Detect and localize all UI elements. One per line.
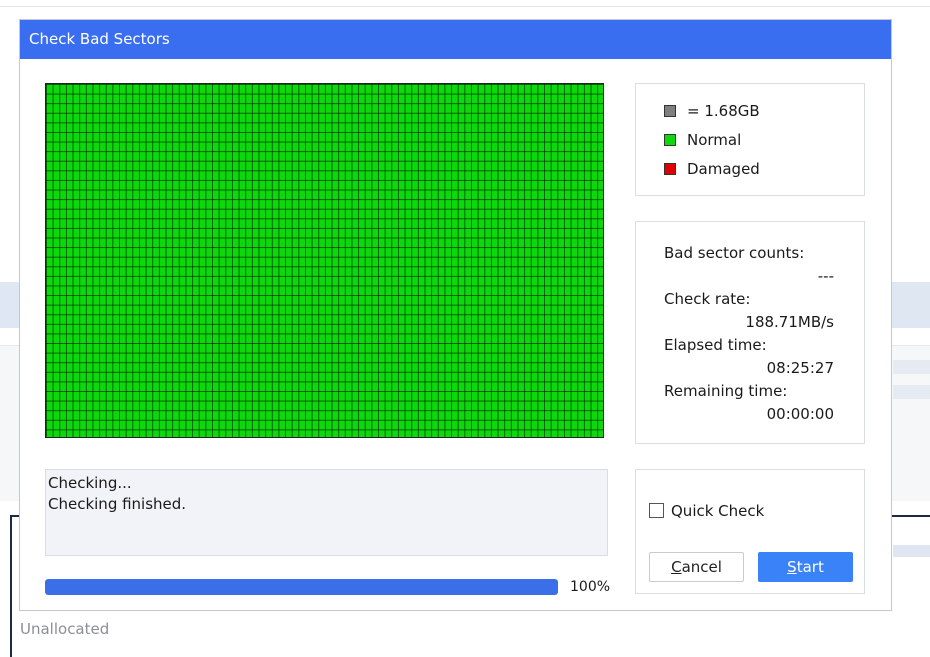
background-panel-row bbox=[893, 385, 930, 399]
legend-label: Normal bbox=[687, 131, 742, 149]
legend-item-block-size: = 1.68GB bbox=[664, 101, 760, 121]
elapsed-time-value: 08:25:27 bbox=[766, 359, 834, 377]
check-rate-value: 188.71MB/s bbox=[745, 313, 834, 331]
background-strip bbox=[893, 545, 930, 557]
check-bad-sectors-dialog: Check Bad Sectors = 1.68GB Normal Damage… bbox=[19, 19, 892, 611]
progress-bar bbox=[45, 579, 558, 595]
status-log: Checking... Checking finished. bbox=[45, 469, 608, 556]
remaining-time-value: 00:00:00 bbox=[766, 405, 834, 423]
legend-item-normal: Normal bbox=[664, 130, 741, 150]
dialog-title: Check Bad Sectors bbox=[29, 30, 170, 48]
start-mnemonic: S bbox=[787, 558, 797, 576]
legend-label: Damaged bbox=[687, 160, 760, 178]
dialog-titlebar[interactable]: Check Bad Sectors bbox=[20, 20, 891, 59]
legend-item-damaged: Damaged bbox=[664, 159, 760, 179]
start-button[interactable]: Start bbox=[758, 552, 853, 582]
log-line: Checking finished. bbox=[48, 495, 187, 513]
check-rate-label: Check rate: bbox=[664, 290, 751, 308]
progress-bar-fill bbox=[45, 579, 558, 595]
statistics-box: Bad sector counts: --- Check rate: 188.7… bbox=[635, 221, 865, 444]
green-swatch-icon bbox=[664, 134, 676, 146]
bad-sector-counts-value: --- bbox=[817, 267, 834, 285]
quick-check-checkbox[interactable] bbox=[649, 503, 664, 518]
background-panel-row bbox=[893, 360, 930, 374]
quick-check-label[interactable]: Quick Check bbox=[671, 502, 764, 520]
sector-map-grid bbox=[45, 83, 604, 438]
red-swatch-icon bbox=[664, 163, 676, 175]
cancel-label: ancel bbox=[681, 558, 722, 576]
cancel-mnemonic: C bbox=[671, 558, 682, 576]
legend-box: = 1.68GB Normal Damaged bbox=[635, 83, 865, 196]
bad-sector-counts-label: Bad sector counts: bbox=[664, 244, 805, 262]
background-divider bbox=[0, 6, 930, 7]
remaining-time-label: Remaining time: bbox=[664, 382, 788, 400]
elapsed-time-label: Elapsed time: bbox=[664, 336, 767, 354]
progress-percent: 100% bbox=[570, 579, 611, 595]
legend-label: = 1.68GB bbox=[687, 102, 760, 120]
log-line: Checking... bbox=[48, 474, 132, 492]
start-label: tart bbox=[796, 558, 824, 576]
gray-swatch-icon bbox=[664, 105, 676, 117]
unallocated-label: Unallocated bbox=[20, 620, 110, 638]
cancel-button[interactable]: Cancel bbox=[649, 552, 744, 582]
controls-box: Quick Check Cancel Start bbox=[635, 469, 865, 594]
